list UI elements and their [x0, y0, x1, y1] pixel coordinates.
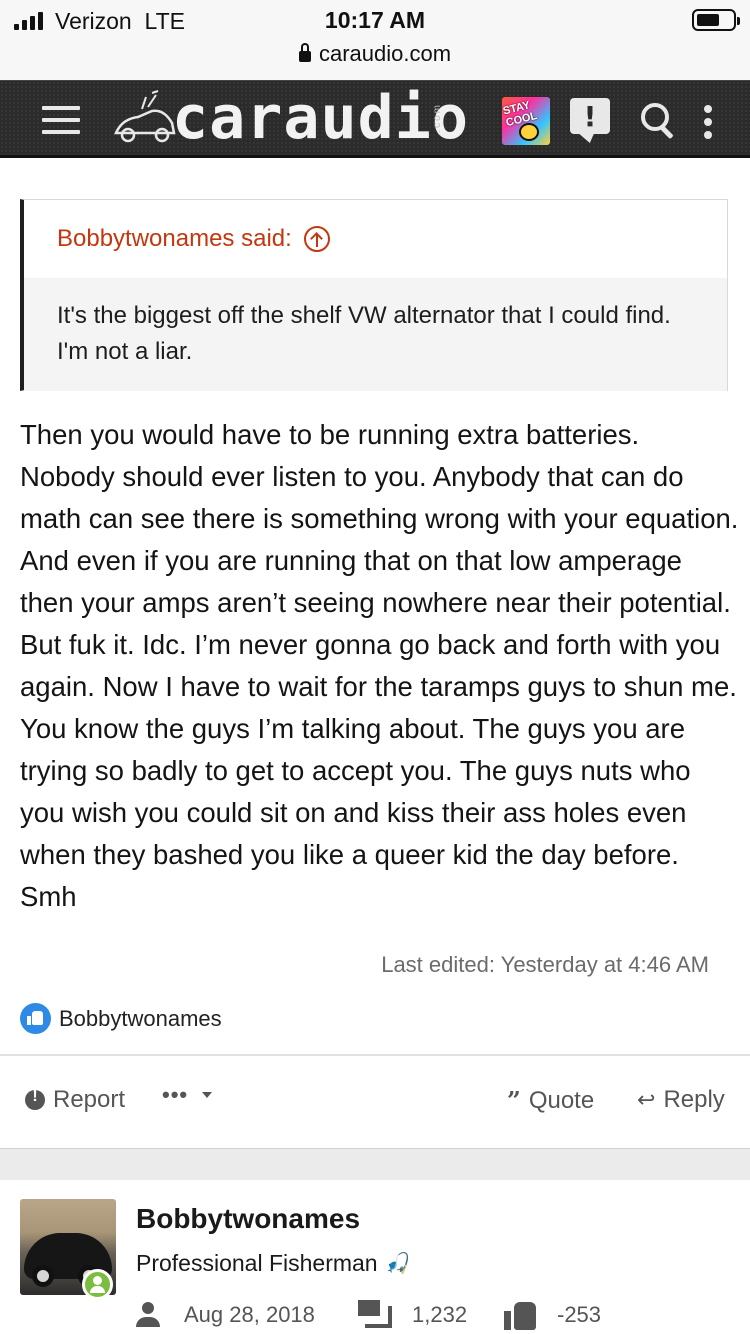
message-count: 1,232 — [412, 1302, 468, 1327]
quote-content: It's the biggest off the shelf VW altern… — [24, 278, 727, 391]
last-edited: Last edited: Yesterday at 4:46 AM — [381, 952, 709, 977]
quote-author-label: Bobbytwonames said: — [57, 225, 292, 252]
quote-icon: ” — [507, 1086, 521, 1115]
address-url: caraudio.com — [318, 41, 452, 66]
author-title: Professional Fisherman 🎣 — [136, 1250, 411, 1277]
quote-author-link[interactable]: Bobbytwonames said: — [57, 225, 330, 253]
quote-label: Quote — [528, 1086, 595, 1114]
quote-text: It's the biggest off the shelf VW altern… — [57, 302, 671, 365]
menu-icon[interactable] — [42, 106, 80, 134]
post-actions: Report ••• ” Quote ↩ Reply — [0, 1056, 750, 1148]
messages-icon — [358, 1300, 392, 1328]
fishing-icon: 🎣 — [385, 1253, 411, 1275]
report-button[interactable]: Report — [25, 1086, 125, 1114]
reactions-bar[interactable]: Bobbytwonames — [20, 1003, 222, 1034]
user-avatar[interactable]: STAY COOL — [502, 97, 550, 145]
lock-icon — [298, 43, 311, 62]
more-actions-button[interactable]: ••• — [162, 1082, 213, 1108]
search-icon[interactable] — [641, 103, 675, 137]
status-time: 10:17 AM — [324, 7, 426, 33]
quote-header: Bobbytwonames said: — [24, 200, 727, 278]
thumbs-up-icon — [504, 1300, 536, 1330]
post-body: Then you would have to be running extra … — [20, 419, 739, 912]
jump-to-quote-icon[interactable] — [303, 226, 330, 252]
report-icon — [25, 1088, 45, 1110]
reply-label: Reply — [663, 1086, 725, 1113]
site-logo[interactable]: caraudio — [172, 86, 469, 150]
status-bar: Verizon LTE 10:17 AM caraudio.com — [0, 0, 750, 80]
report-label: Report — [53, 1086, 126, 1113]
more-label: ••• — [162, 1082, 189, 1107]
reply-icon: ↩ — [637, 1087, 656, 1112]
quote-block: Bobbytwonames said: It's the biggest off… — [20, 199, 728, 391]
alerts-icon[interactable]: ! — [570, 98, 610, 134]
like-icon — [20, 1003, 51, 1034]
chevron-down-icon — [202, 1092, 213, 1098]
post-separator — [0, 1148, 750, 1180]
battery-icon — [692, 9, 740, 31]
logo-car-icon — [114, 90, 176, 143]
quote-button[interactable]: ” Quote — [507, 1086, 594, 1115]
logo-suffix: .com — [432, 103, 443, 133]
user-icon — [136, 1302, 160, 1328]
joined-date: Aug 28, 2018 — [184, 1302, 315, 1327]
author-title-text: Professional Fisherman — [136, 1250, 378, 1276]
site-header: caraudio .com STAY COOL ! — [0, 80, 750, 158]
reaction-user[interactable]: Bobbytwonames — [59, 1006, 222, 1032]
author-stats: Aug 28, 2018 1,232 -253 — [136, 1298, 750, 1334]
reaction-score: -253 — [557, 1302, 602, 1327]
address-bar[interactable]: caraudio.com — [0, 41, 750, 67]
more-options-icon[interactable] — [703, 105, 713, 139]
author-name[interactable]: Bobbytwonames — [136, 1203, 360, 1235]
reply-button[interactable]: ↩ Reply — [637, 1086, 725, 1114]
online-status-icon — [82, 1269, 113, 1300]
author-card: Bobbytwonames Professional Fisherman 🎣 A… — [0, 1180, 750, 1334]
